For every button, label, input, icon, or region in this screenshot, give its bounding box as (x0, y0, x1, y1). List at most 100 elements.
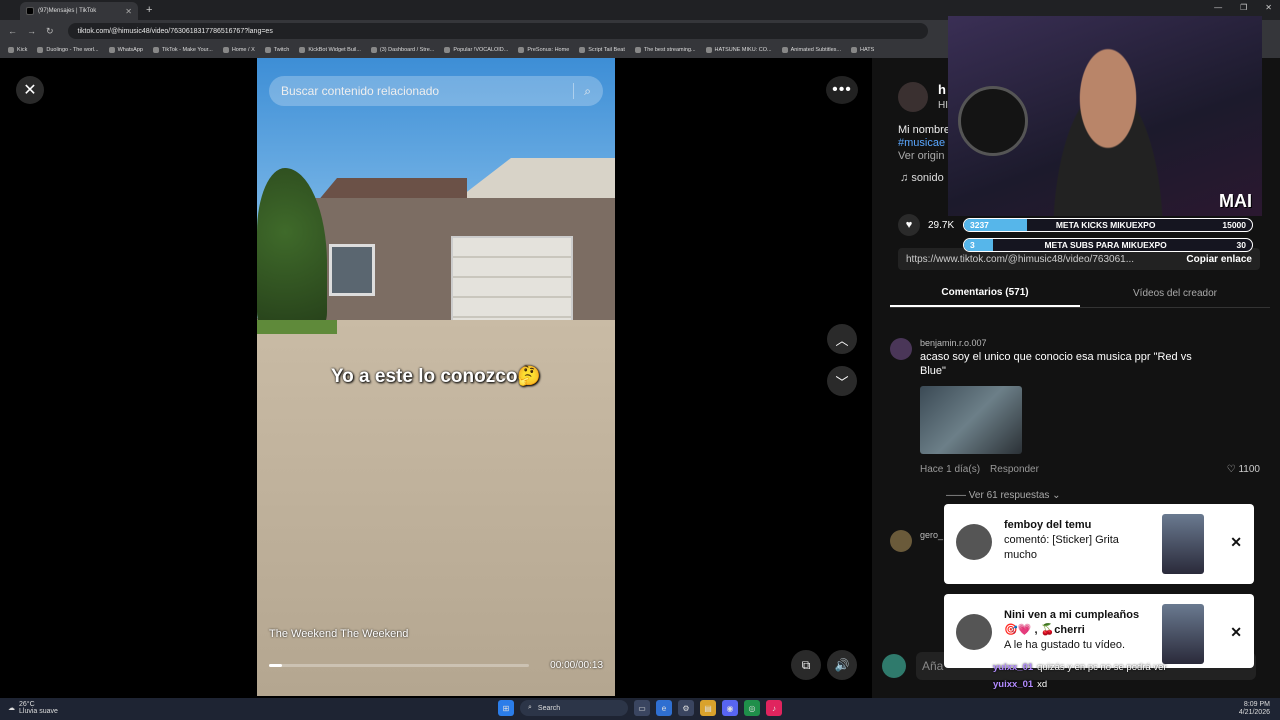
description-hashtag[interactable]: #musicae (898, 137, 950, 150)
tab-creator-videos[interactable]: Vídeos del creador (1080, 280, 1270, 307)
bookmark-label: Script Tail Beat (588, 47, 625, 53)
chat-text: xd (1037, 679, 1048, 690)
share-url[interactable]: https://www.tiktok.com/@himusic48/video/… (906, 254, 1134, 265)
task-view-icon[interactable]: ▭ (634, 700, 650, 716)
comment-avatar[interactable] (890, 338, 912, 360)
author-name[interactable]: h (938, 82, 946, 97)
bookmark-item[interactable]: The best streaming... (634, 47, 696, 53)
video-caption: Yo a este lo conozco🤔 (330, 366, 542, 387)
drum-kit (958, 86, 1028, 156)
comment-username[interactable]: benjamin.r.o.007 (920, 338, 987, 348)
file-explorer-icon[interactable]: ▤ (700, 700, 716, 716)
taskbar-search-label: Search (537, 704, 561, 712)
streamer (1038, 46, 1178, 216)
chat-username: yuixx_01 (993, 679, 1034, 690)
window-controls: — ❐ ✕ (1214, 3, 1272, 12)
forward-icon[interactable]: → (27, 26, 36, 37)
notification-body: comentó: [Sticker] Grita mucho (1004, 534, 1119, 561)
clock-time: 8:09 PM (1243, 701, 1270, 708)
back-icon[interactable]: ← (8, 26, 17, 37)
taskbar-apps: ⊞ ⌕ Search ▭ e ⚙ ▤ ◉ ◎ ♪ (498, 700, 782, 716)
notification-close-icon[interactable]: ✕ (1230, 624, 1242, 641)
close-window-icon[interactable]: ✕ (1265, 3, 1272, 12)
chat-text: quizás y en pc no se podrá ver (1037, 662, 1167, 673)
reply-button[interactable]: Responder (990, 464, 1039, 475)
settings-icon[interactable]: ⚙ (678, 700, 694, 716)
video-progress-bar[interactable] (269, 664, 529, 667)
taskbar-search[interactable]: ⌕ Search (520, 700, 628, 716)
miniplayer-button[interactable]: ⧉ (791, 650, 821, 680)
bookmark-item[interactable]: Script Tail Beat (579, 47, 625, 53)
windows-start-icon[interactable]: ⊞ (498, 700, 514, 716)
bookmark-label: KickBot Widget Buil... (308, 47, 361, 53)
bookmark-favicon-icon (152, 47, 159, 53)
author-subtitle: HI (938, 100, 948, 111)
author-avatar[interactable] (898, 82, 928, 112)
copy-link-button[interactable]: Copiar enlace (1186, 254, 1252, 265)
related-search-bar[interactable]: Buscar contenido relacionado ⌕ (269, 76, 603, 106)
maximize-icon[interactable]: ❐ (1240, 3, 1247, 12)
related-search-placeholder: Buscar contenido relacionado (281, 84, 440, 98)
volume-button[interactable]: 🔊 (827, 650, 857, 680)
kicks-goal-target: 15000 (1222, 220, 1246, 230)
previous-video-button[interactable]: ︿ (827, 324, 857, 354)
bookmark-label: Home / X (231, 47, 255, 53)
tab-close-icon[interactable]: ✕ (125, 7, 132, 16)
kicks-goal-current: 3237 (970, 220, 989, 230)
notification-close-icon[interactable]: ✕ (1230, 534, 1242, 551)
bookmark-item[interactable]: (3) Dashboard / Stre... (370, 47, 435, 53)
video-house-window (329, 244, 375, 296)
system-clock[interactable]: 8:09 PM 4/21/2026 (1239, 701, 1270, 717)
notification-title: femboy del temu (1004, 519, 1092, 531)
bookmark-item[interactable]: Popular !VOCALOID... (444, 47, 508, 53)
bookmark-label: TikTok - Make Your... (161, 47, 213, 53)
minimize-icon[interactable]: — (1214, 3, 1222, 12)
weather-temp: 26°C (19, 701, 35, 708)
bookmark-item[interactable]: WhatsApp (108, 47, 143, 53)
chrome-icon[interactable]: ◎ (744, 700, 760, 716)
comment-like-count: 1100 (1238, 464, 1260, 475)
next-video-button[interactable]: ﹀ (827, 366, 857, 396)
comment-like[interactable]: ♡ 1100 (1227, 464, 1260, 475)
close-video-button[interactable]: ✕ (16, 76, 44, 104)
bookmark-item[interactable]: Twitch (264, 47, 289, 53)
url-field[interactable]: tiktok.com/@himusic48/video/763061831778… (67, 23, 928, 39)
close-icon: ✕ (23, 82, 37, 99)
video-music-label[interactable]: The Weekend The Weekend (269, 628, 408, 640)
bookmark-item[interactable]: Animated Subtitles... (781, 47, 841, 53)
bookmark-favicon-icon (851, 47, 858, 53)
tab-comments[interactable]: Comentarios (571) (890, 280, 1080, 307)
browser-tab[interactable]: (97)Mensajes | TikTok ✕ (20, 2, 138, 20)
bookmark-item[interactable]: HATS (851, 47, 874, 53)
miniplayer-icon: ⧉ (801, 657, 811, 672)
video-player[interactable]: Buscar contenido relacionado ⌕ Yo a este… (257, 58, 615, 696)
bookmark-label: (3) Dashboard / Stre... (379, 47, 435, 53)
bookmark-favicon-icon (781, 47, 788, 53)
edge-icon[interactable]: e (656, 700, 672, 716)
more-options-button[interactable]: ••• (826, 76, 858, 104)
like-button[interactable]: ♥ (898, 214, 920, 236)
bookmark-label: The best streaming... (643, 47, 696, 53)
comment-time: Hace 1 día(s) (920, 464, 981, 475)
bookmark-item[interactable]: KickBot Widget Buil... (299, 47, 361, 53)
bookmark-label: WhatsApp (117, 47, 143, 53)
bookmark-item[interactable]: Home / X (222, 47, 255, 53)
bookmark-item[interactable]: Kick (8, 47, 27, 53)
see-original-link[interactable]: Ver origin (898, 150, 950, 163)
new-tab-button[interactable]: + (146, 4, 152, 16)
bookmark-item[interactable]: HATSUNE MIKU: CO... (705, 47, 772, 53)
discord-icon[interactable]: ◉ (722, 700, 738, 716)
search-icon: ⌕ (528, 704, 532, 711)
comment-avatar[interactable] (890, 530, 912, 552)
bookmark-item[interactable]: TikTok - Make Your... (152, 47, 213, 53)
comment-image[interactable] (920, 386, 1022, 454)
sound-link[interactable]: ♫ sonido (900, 172, 944, 184)
search-icon[interactable]: ⌕ (584, 84, 591, 99)
music-app-icon[interactable]: ♪ (766, 700, 782, 716)
bookmark-item[interactable]: Duolingo - The worl... (37, 47, 99, 53)
reload-icon[interactable]: ↻ (46, 26, 54, 37)
comment-username[interactable]: gero_ (920, 530, 943, 540)
bookmark-item[interactable]: PreSonus: Home (518, 47, 569, 53)
weather-widget[interactable]: ☁ 26°C Lluvia suave (8, 701, 58, 715)
view-replies-button[interactable]: —— Ver 61 respuestas ⌄ (946, 490, 1061, 501)
